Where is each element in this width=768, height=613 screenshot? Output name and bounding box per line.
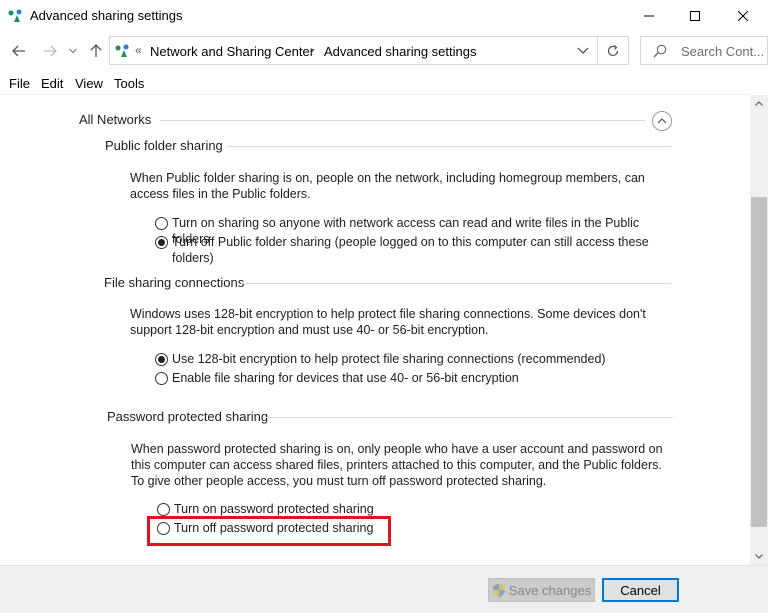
collapse-section-button[interactable]	[652, 111, 672, 131]
divider	[264, 417, 673, 418]
chevron-up-icon	[657, 118, 667, 124]
radio-option-turn-off-public-folder-sharing[interactable]: Turn off Public folder sharing (people l…	[155, 234, 655, 266]
group-title-password-protected-sharing: Password protected sharing	[107, 409, 269, 424]
minimize-icon	[644, 15, 654, 17]
vertical-scrollbar[interactable]	[750, 95, 768, 565]
scroll-down-button[interactable]	[750, 548, 768, 565]
settings-content: All Networks Public folder sharing When …	[0, 95, 750, 565]
menu-bar: File Edit View Tools	[0, 72, 768, 94]
radio-option-enable-40-56-bit-encryption[interactable]: Enable file sharing for devices that use…	[155, 370, 675, 386]
chevron-up-icon	[755, 101, 763, 106]
chevron-down-icon[interactable]	[575, 44, 591, 58]
password-sharing-description: When password protected sharing is on, o…	[131, 442, 663, 488]
menu-tools[interactable]: Tools	[114, 76, 144, 91]
radio-label: Turn off Public folder sharing (people l…	[172, 235, 649, 265]
divider	[160, 120, 646, 121]
chevron-down-icon	[755, 554, 763, 559]
radio-button[interactable]	[157, 503, 170, 516]
radio-option-turn-on-password-protected-sharing[interactable]: Turn on password protected sharing	[157, 501, 557, 517]
public-folder-description: When Public folder sharing is on, people…	[130, 171, 645, 201]
breadcrumb-separator[interactable]: ›	[310, 43, 314, 57]
window-title: Advanced sharing settings	[30, 8, 183, 23]
radio-label: Turn on password protected sharing	[174, 502, 374, 516]
refresh-icon	[607, 44, 619, 56]
save-changes-button[interactable]: Save changes	[488, 578, 595, 602]
radio-button-selected[interactable]	[155, 236, 168, 249]
arrow-left-icon	[12, 45, 25, 57]
close-button[interactable]	[720, 0, 766, 32]
network-icon	[115, 44, 129, 57]
maximize-button[interactable]	[672, 0, 718, 32]
divider	[241, 283, 671, 284]
divider	[228, 146, 671, 147]
search-icon	[653, 44, 667, 58]
close-icon	[738, 11, 748, 21]
uac-shield-icon	[492, 583, 505, 597]
title-bar: Advanced sharing settings	[0, 0, 768, 32]
highlight-box	[147, 516, 391, 546]
up-button[interactable]	[86, 41, 106, 61]
recent-locations-button[interactable]	[63, 41, 83, 61]
maximize-icon	[690, 11, 700, 21]
scrollbar-thumb[interactable]	[751, 197, 767, 527]
breadcrumb-network-and-sharing-center[interactable]: Network and Sharing Center	[150, 44, 314, 59]
footer-bar: Save changes Cancel	[0, 565, 768, 613]
arrow-right-icon	[44, 45, 57, 57]
save-changes-label: Save changes	[508, 582, 592, 598]
radio-label: Enable file sharing for devices that use…	[172, 371, 519, 385]
menu-edit[interactable]: Edit	[41, 76, 63, 91]
file-sharing-description: Windows uses 128-bit encryption to help …	[130, 307, 646, 337]
arrow-up-icon	[90, 44, 102, 57]
menu-file[interactable]: File	[9, 76, 30, 91]
search-input[interactable]: Search Cont...	[640, 36, 768, 65]
breadcrumb-advanced-sharing-settings[interactable]: Advanced sharing settings	[324, 44, 476, 59]
minimize-button[interactable]	[626, 0, 672, 32]
menu-view[interactable]: View	[75, 76, 103, 91]
group-title-public-folder-sharing: Public folder sharing	[105, 138, 223, 153]
group-title-file-sharing-connections: File sharing connections	[104, 275, 245, 290]
radio-option-use-128-bit-encryption[interactable]: Use 128-bit encryption to help protect f…	[155, 351, 675, 367]
section-title-all-networks: All Networks	[79, 112, 152, 127]
radio-button[interactable]	[155, 372, 168, 385]
radio-button[interactable]	[155, 217, 168, 230]
breadcrumb-overflow[interactable]: «	[135, 43, 142, 57]
network-icon	[8, 9, 22, 22]
radio-label: Use 128-bit encryption to help protect f…	[172, 352, 606, 366]
scroll-up-button[interactable]	[750, 95, 768, 112]
forward-button[interactable]	[40, 41, 60, 61]
chevron-down-icon	[69, 48, 77, 54]
refresh-button[interactable]	[598, 36, 629, 65]
cancel-button[interactable]: Cancel	[602, 578, 679, 602]
back-button[interactable]	[9, 41, 29, 61]
search-placeholder: Search Cont...	[681, 44, 765, 59]
radio-button-selected[interactable]	[155, 353, 168, 366]
navigation-bar: « Network and Sharing Center › Advanced …	[0, 32, 768, 70]
address-bar[interactable]: « Network and Sharing Center › Advanced …	[109, 36, 598, 65]
